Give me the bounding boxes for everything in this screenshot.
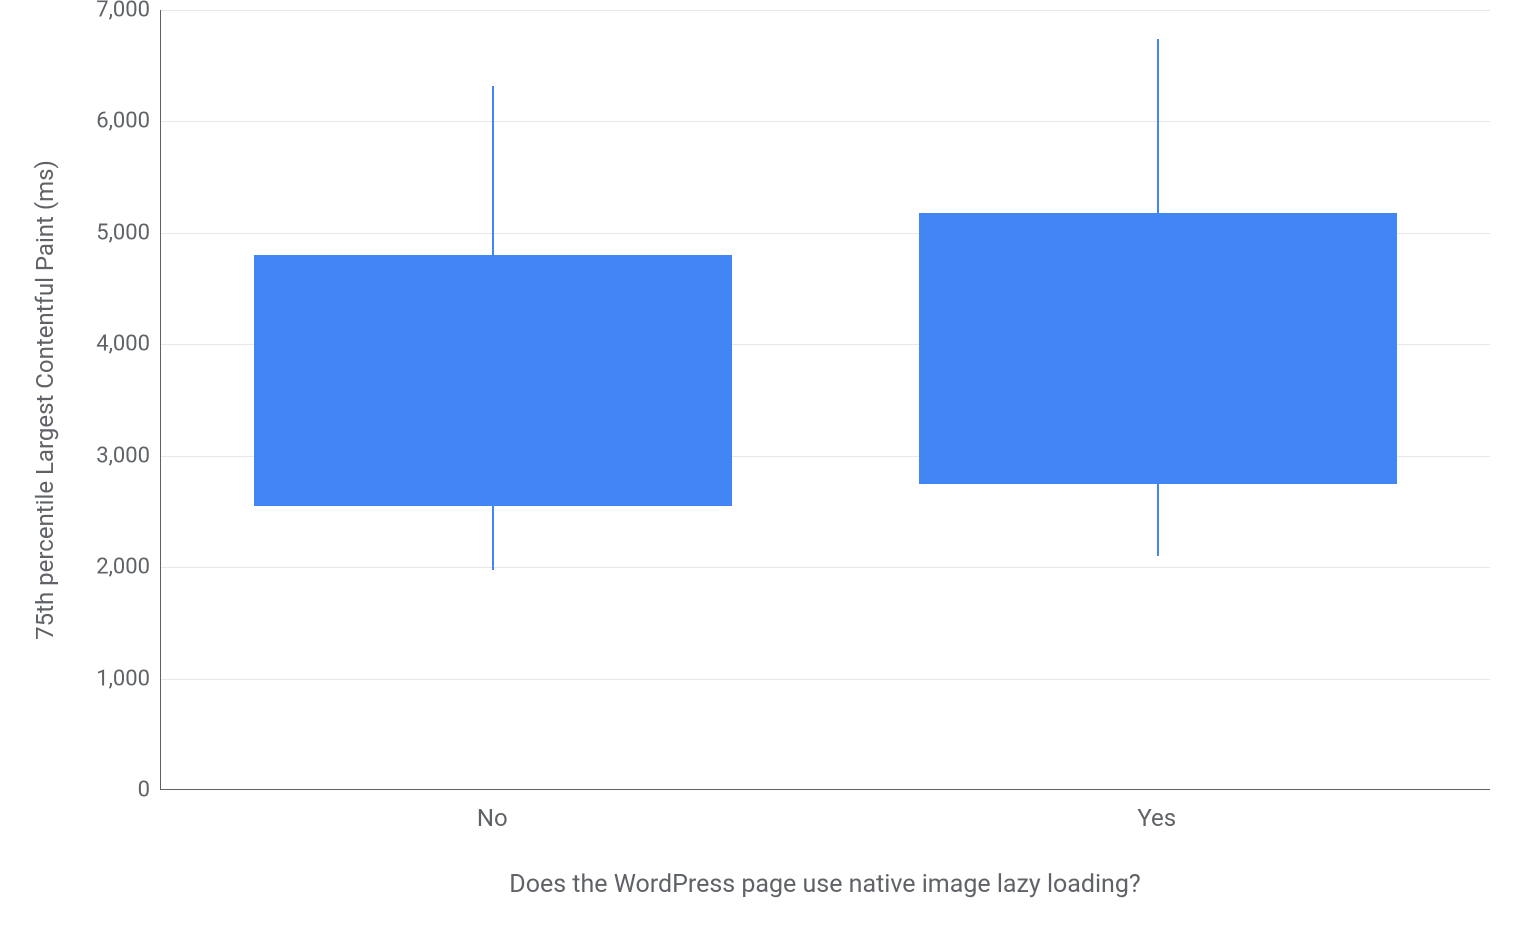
whisker-low (492, 506, 494, 571)
y-axis-label-wrap: 75th percentile Largest Contentful Paint… (20, 10, 70, 790)
y-axis-ticks: 01,0002,0003,0004,0005,0006,0007,000 (70, 10, 160, 790)
plot-wrap: No Yes Does the WordPress page use native… (160, 10, 1520, 930)
whisker-high (492, 86, 494, 255)
box (919, 213, 1397, 484)
x-tick-label: Yes (1137, 804, 1176, 832)
y-axis-label: 75th percentile Largest Contentful Paint… (31, 160, 59, 640)
y-tick-label: 3,000 (96, 443, 150, 468)
x-tick-label: No (477, 804, 508, 832)
y-tick-label: 0 (138, 778, 150, 803)
chart-container: 75th percentile Largest Contentful Paint… (20, 10, 1520, 930)
y-tick-label: 2,000 (96, 555, 150, 580)
y-tick-label: 4,000 (96, 332, 150, 357)
x-axis-ticks: No Yes (160, 790, 1490, 850)
box (254, 255, 732, 506)
plot-area (160, 10, 1490, 790)
x-axis-label: Does the WordPress page use native image… (160, 870, 1490, 899)
box-group (254, 10, 732, 789)
y-tick-label: 1,000 (96, 666, 150, 691)
whisker-low (1157, 484, 1159, 556)
y-tick-label: 6,000 (96, 109, 150, 134)
whisker-high (1157, 39, 1159, 213)
y-tick-label: 5,000 (96, 220, 150, 245)
y-tick-label: 7,000 (96, 0, 150, 23)
box-group (919, 10, 1397, 789)
